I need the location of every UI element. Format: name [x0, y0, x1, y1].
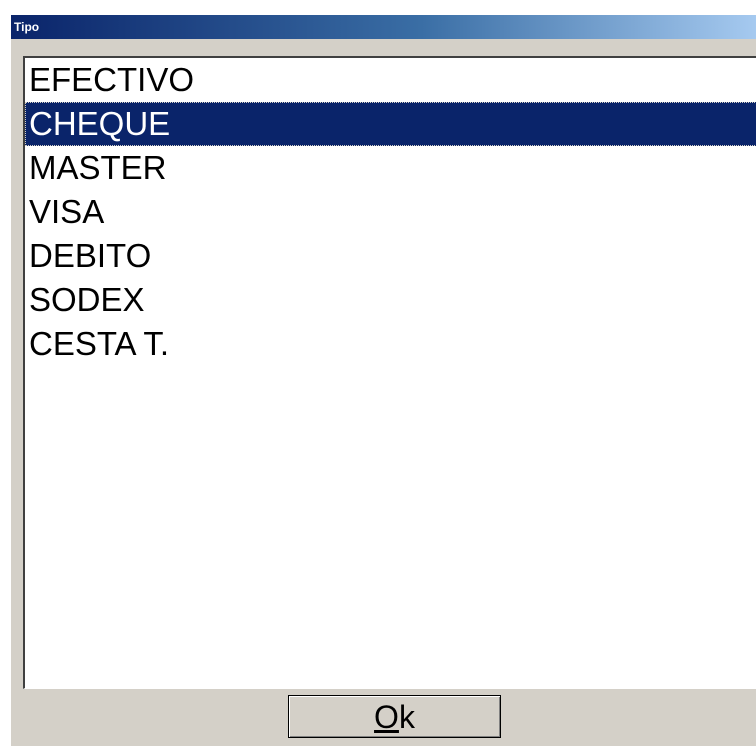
- list-item-sodex[interactable]: SODEX: [25, 278, 756, 322]
- list-item-efectivo[interactable]: EFECTIVO: [25, 58, 756, 102]
- tipo-listbox[interactable]: EFECTIVO CHEQUE MASTER VISA DEBITO SODEX…: [23, 56, 756, 689]
- dialog-title: Tipo: [14, 20, 40, 34]
- list-item-cheque[interactable]: CHEQUE: [25, 102, 756, 146]
- list-item-cesta-t[interactable]: CESTA T.: [25, 322, 756, 366]
- tipo-dialog: Tipo EFECTIVO CHEQUE MASTER VISA DEBITO …: [10, 14, 756, 746]
- list-item-master[interactable]: MASTER: [25, 146, 756, 190]
- ok-button-mnemonic: O: [374, 698, 399, 735]
- ok-button-label-rest: k: [398, 698, 415, 735]
- list-item-visa[interactable]: VISA: [25, 190, 756, 234]
- ok-button[interactable]: Ok: [288, 695, 501, 738]
- dialog-title-bar[interactable]: Tipo: [11, 15, 756, 39]
- list-item-debito[interactable]: DEBITO: [25, 234, 756, 278]
